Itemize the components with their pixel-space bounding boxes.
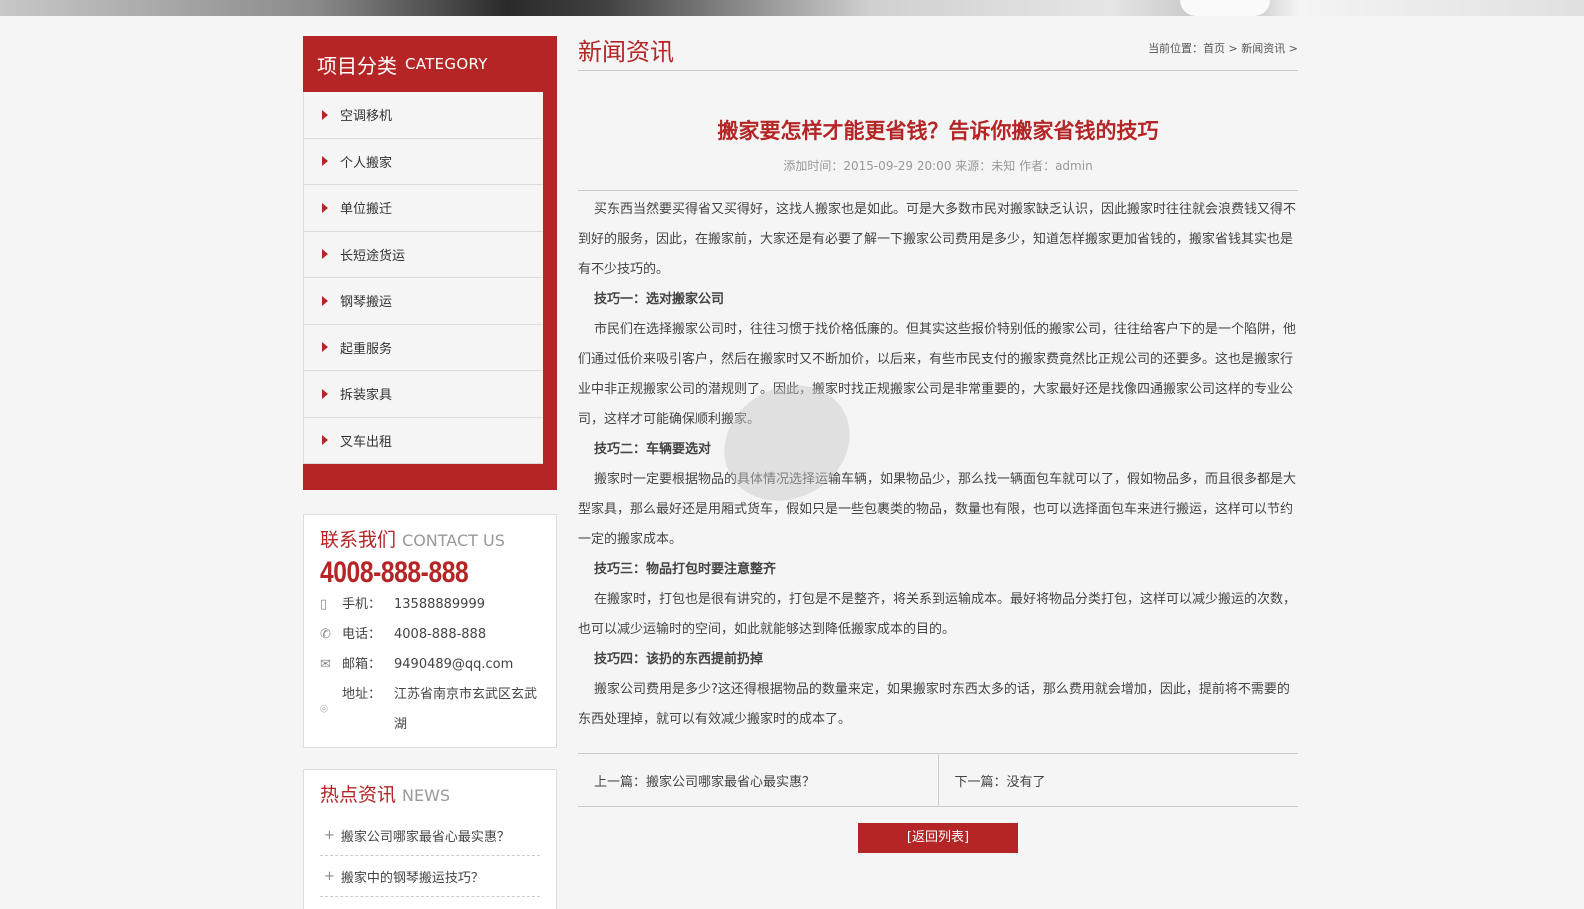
news-item[interactable]: + 搬家中的钢琴搬运技巧？	[320, 856, 540, 897]
news-item[interactable]: + 搬家公司哪家最省心最实惠？	[320, 815, 540, 856]
caret-right-icon	[322, 388, 328, 399]
category-item[interactable]: 空调移机	[304, 92, 543, 139]
category-list: 空调移机 个人搬家 单位搬迁 长短途货运 钢琴搬运 起重服务 拆装家具 叉车出租	[303, 92, 543, 464]
article-title: 搬家要怎样才能更省钱？告诉你搬家省钱的技巧	[717, 119, 1159, 143]
back-to-list-button[interactable]: [返回列表]	[858, 823, 1018, 853]
phone-label: 电话：	[342, 627, 382, 642]
article-body: 买东西当然要买得省又买得好，这找人搬家也是如此。可是大多数市民对搬家缺乏认识，因…	[578, 190, 1298, 735]
mobile-value: 13588889999	[394, 597, 485, 612]
email-label: 邮箱：	[342, 657, 382, 672]
category-item[interactable]: 拆装家具	[304, 371, 543, 418]
section-title: 新闻资讯	[578, 38, 674, 66]
category-item[interactable]: 个人搬家	[304, 139, 543, 185]
article-paragraph: 市民们在选择搬家公司时，往往习惯于找价格低廉的。但其实这些报价特别低的搬家公司，…	[578, 322, 1297, 427]
news-list: + 搬家公司哪家最省心最实惠？ + 搬家中的钢琴搬运技巧？	[320, 815, 540, 897]
category-header: 项目分类 CATEGORY	[303, 36, 557, 92]
address-label: 地址：	[342, 687, 382, 702]
article-paragraph: 搬家时一定要根据物品的具体情况选择运输车辆，如果物品少，那么找一辆面包车就可以了…	[578, 472, 1297, 547]
section-header: 新闻资讯 当前位置：首页 > 新闻资讯 >	[578, 32, 1298, 71]
next-article-link[interactable]: 下一篇：没有了	[939, 754, 1299, 806]
contact-header: 联系我们 CONTACT US	[320, 525, 556, 552]
contact-title: 联系我们	[320, 529, 397, 551]
news-header: 热点资讯 NEWS	[320, 780, 540, 807]
telephone-icon: ✆	[320, 627, 331, 642]
category-item[interactable]: 钢琴搬运	[304, 278, 543, 325]
caret-right-icon	[322, 295, 328, 306]
breadcrumb-tail: >	[1285, 42, 1298, 55]
caret-right-icon	[322, 435, 328, 446]
prev-article-link[interactable]: 上一篇：搬家公司哪家最省心最实惠？	[578, 754, 939, 806]
news-title: 热点资讯	[320, 784, 397, 806]
caret-right-icon	[322, 202, 328, 213]
article-paragraph: 买东西当然要买得省又买得好，这找人搬家也是如此。可是大多数市民对搬家缺乏认识，因…	[578, 202, 1297, 277]
breadcrumb-home[interactable]: 首页	[1203, 42, 1225, 55]
breadcrumb-current[interactable]: 新闻资讯	[1241, 42, 1285, 55]
contact-address-row: ⌾ 地址： 江苏省南京市玄武区玄武湖	[320, 680, 556, 740]
phone-value: 4008-888-888	[394, 627, 487, 642]
hot-news-panel: 热点资讯 NEWS + 搬家公司哪家最省心最实惠？ + 搬家中的钢琴搬运技巧？	[303, 769, 557, 909]
caret-right-icon	[322, 156, 328, 167]
contact-phone-row: ✆ 电话： 4008-888-888	[320, 620, 556, 650]
contact-title-en: CONTACT US	[402, 531, 505, 550]
news-title-en: NEWS	[402, 786, 451, 805]
top-banner	[0, 0, 1584, 16]
breadcrumb-prefix: 当前位置：	[1148, 42, 1204, 55]
location-pin-icon: ⌾	[320, 702, 328, 717]
contact-email-row: ✉ 邮箱： 9490489@qq.com	[320, 650, 556, 680]
article-meta: 添加时间：2015-09-29 20:00 来源：未知 作者：admin	[783, 159, 1093, 173]
article-subheading: 技巧三：物品打包时要注意整齐	[594, 562, 777, 577]
mobile-phone-icon: ▯	[320, 597, 328, 612]
hotline-number: 4008-888-888	[320, 556, 469, 589]
article-pager: 上一篇：搬家公司哪家最省心最实惠？ 下一篇：没有了	[578, 753, 1298, 807]
category-item[interactable]: 单位搬迁	[304, 185, 543, 232]
main-content: 新闻资讯 当前位置：首页 > 新闻资讯 > 搬家要怎样才能更省钱？告诉你搬家省钱…	[578, 32, 1298, 853]
article-paragraph: 在搬家时，打包也是很有讲究的，打包是不是整齐，将关系到运输成本。最好将物品分类打…	[578, 592, 1297, 637]
article-subheading: 技巧四：该扔的东西提前扔掉	[594, 652, 764, 667]
category-item[interactable]: 起重服务	[304, 325, 543, 371]
caret-right-icon	[322, 109, 328, 120]
category-item[interactable]: 叉车出租	[304, 418, 543, 464]
category-panel: 项目分类 CATEGORY 空调移机 个人搬家 单位搬迁 长短途货运 钢琴搬运 …	[303, 36, 557, 490]
plus-icon: +	[324, 827, 335, 843]
article-subheading: 技巧一：选对搬家公司	[594, 292, 725, 307]
article-paragraph: 搬家公司费用是多少?这还得根据物品的数量来定，如果搬家时东西太多的话，那么费用就…	[578, 682, 1290, 727]
contact-panel: 联系我们 CONTACT US 4008-888-888 ▯ 手机： 13588…	[303, 514, 557, 748]
caret-right-icon	[322, 342, 328, 353]
breadcrumb-separator: >	[1225, 42, 1242, 55]
article-subheading: 技巧二：车辆要选对	[594, 442, 712, 457]
caret-right-icon	[322, 249, 328, 260]
contact-mobile-row: ▯ 手机： 13588889999	[320, 590, 556, 620]
email-value: 9490489@qq.com	[394, 657, 514, 672]
mail-icon: ✉	[320, 657, 331, 672]
plus-icon: +	[324, 868, 335, 884]
category-item[interactable]: 长短途货运	[304, 232, 543, 278]
address-value: 江苏省南京市玄武区玄武湖	[394, 687, 538, 732]
breadcrumb: 当前位置：首页 > 新闻资讯 >	[1148, 40, 1298, 56]
category-title: 项目分类	[317, 53, 397, 78]
mobile-label: 手机：	[342, 597, 382, 612]
category-title-en: CATEGORY	[405, 55, 488, 73]
